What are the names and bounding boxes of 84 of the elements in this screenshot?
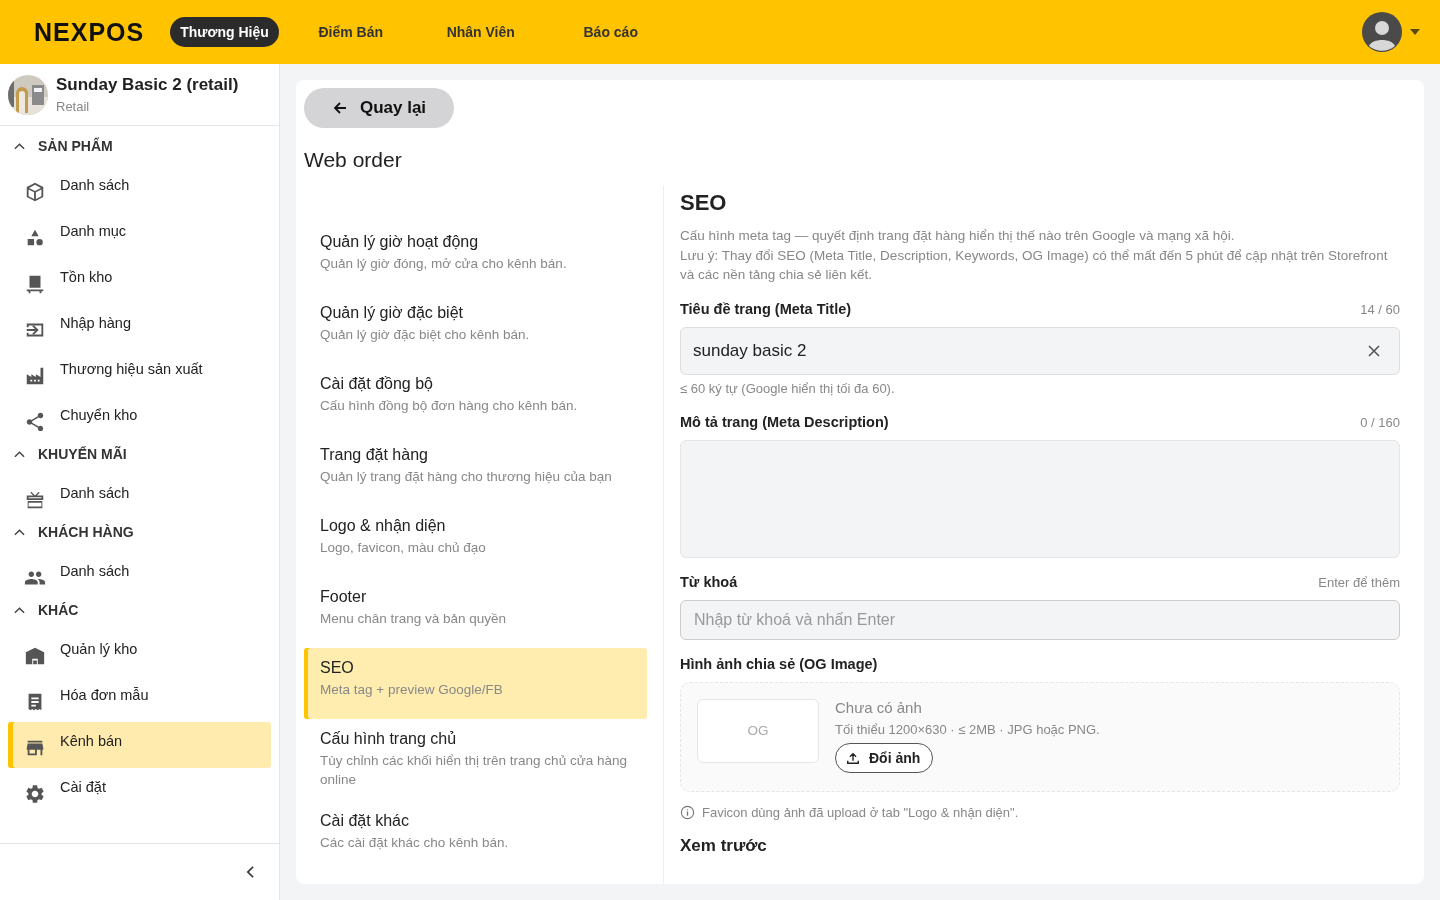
back-button[interactable]: Quay lại [304, 88, 454, 128]
field-label: Hình ảnh chia sẻ (OG Image) [680, 655, 878, 672]
settings-description: Meta tag + preview Google/FB [320, 681, 504, 699]
info-note: Favicon dùng ảnh đã upload ở tab "Logo & nhận diện". [702, 804, 1019, 820]
upload-requirements: Tối thiểu 1200×630 · ≤ 2MB · JPG hoặc PNG. [835, 721, 1100, 737]
settings-description: Các cài đặt khác cho kênh bán. [320, 834, 510, 852]
meta-description-field[interactable] [680, 439, 1400, 558]
menu-item[interactable]: Quản lý kho [8, 630, 271, 676]
field-hint: ≤ 60 ký tự (Google hiển thị tối đa 60). [680, 380, 896, 396]
char-counter: 14 / 60 [1360, 301, 1400, 317]
settings-item[interactable]: Cấu hình trang chủ Tùy chỉnh các khối hiển thị trên trang chủ cửa hàng online [304, 719, 647, 801]
settings-title: Cài đặt đồng bộ [320, 375, 434, 393]
menu-icon [24, 783, 46, 805]
field-label: Mô tả trang (Meta Description) [680, 413, 889, 430]
menu-item[interactable]: Danh mục [8, 212, 271, 258]
char-counter: 0 / 160 [1360, 414, 1400, 430]
meta-title-field[interactable]: sunday basic 2 [680, 326, 1400, 375]
nav-tab[interactable]: Nhân Viên [422, 17, 539, 47]
nav-tab[interactable]: Thương Hiệu [170, 17, 279, 47]
menu-item[interactable]: Cài đặt [8, 768, 271, 814]
settings-description: Logo, favicon, màu chủ đạo [320, 539, 487, 557]
menu-icon [24, 273, 46, 295]
settings-item[interactable]: Footer Menu chân trang và bản quyền [304, 577, 647, 648]
field-label: Từ khoá [680, 573, 738, 590]
menu-item[interactable]: Nhập hàng [8, 304, 271, 350]
menu-group-header[interactable]: SẢN PHẨM [0, 134, 279, 158]
menu-group-header[interactable]: KHÁC [0, 598, 279, 622]
upload-icon [846, 750, 860, 765]
settings-title: Cấu hình trang chủ [320, 730, 458, 748]
settings-title: Logo & nhận diện [320, 517, 447, 535]
menu-group-header[interactable]: KHÁCH HÀNG [0, 520, 279, 544]
settings-item[interactable]: Trang đặt hàng Quản lý trang đặt hàng cho thương hiệu của bạn [304, 435, 647, 506]
settings-title: Footer [320, 588, 368, 606]
menu-icon [24, 411, 46, 433]
menu-item[interactable]: Kênh bán [8, 722, 271, 768]
settings-description: Tùy chỉnh các khối hiển thị trên trang chủ cửa hàng online [320, 752, 628, 789]
settings-item[interactable]: Quản lý giờ hoạt động Quản lý giờ đóng, mở cửa cho kênh bán. [304, 222, 647, 293]
change-image-button[interactable]: Đổi ảnh [835, 742, 934, 773]
nav-tab[interactable]: Điểm Bán [292, 17, 409, 47]
nav-tab[interactable]: Báo cáo [552, 17, 669, 47]
menu-group-header[interactable]: KHUYẾN MÃI [0, 442, 279, 466]
settings-title: Cài đặt khác [320, 812, 410, 830]
section-title: SEO [680, 190, 728, 216]
collapse-icon[interactable] [246, 865, 255, 879]
settings-item[interactable]: Cài đặt đồng bộ Cấu hình đồng bộ đơn hàng cho kênh bán. [304, 364, 647, 435]
settings-title: SEO [320, 659, 355, 677]
settings-item[interactable]: Logo & nhận diện Logo, favicon, màu chủ đạo [304, 506, 647, 577]
section-description: Cấu hình meta tag — quyết định trang đặt hàng hiển thị thế nào trên Google và mạng xã hội. Lưu ý: Thay đổi SEO (Meta Title, Description, Keywords, OG Image) có thể mất đến 5 phút để cập nhật trên Storefront và các nền tảng chia sẻ liên kết. [680, 227, 1389, 284]
logo[interactable]: NEXPOS [34, 17, 145, 47]
user-avatar[interactable] [1362, 12, 1402, 52]
settings-title: Trang đặt hàng [320, 446, 429, 464]
menu-icon [24, 645, 46, 667]
settings-description: Cấu hình đồng bộ đơn hàng cho kênh bán. [320, 397, 579, 415]
settings-item[interactable]: Quản lý giờ đặc biệt Quản lý giờ đặc biệt cho kênh bán. [304, 293, 647, 364]
keywords-field[interactable]: Nhập từ khoá và nhấn Enter [680, 599, 1400, 640]
settings-description: Menu chân trang và bản quyền [320, 610, 508, 628]
settings-description: Quản lý trang đặt hàng cho thương hiệu của bạn [320, 468, 613, 486]
menu-item[interactable]: Hóa đơn mẫu [8, 676, 271, 722]
settings-description: Quản lý giờ đặc biệt cho kênh bán. [320, 326, 531, 344]
settings-title: Quản lý giờ đặc biệt [320, 304, 464, 322]
menu-icon [24, 489, 46, 511]
menu-item[interactable]: Chuyển kho [8, 396, 271, 442]
menu-item[interactable]: Danh sách [8, 552, 271, 598]
menu-item[interactable]: Danh sách [8, 166, 271, 212]
settings-item[interactable]: Cài đặt khác Các cài đặt khác cho kênh bán. [304, 801, 647, 872]
menu-icon [24, 365, 46, 387]
info-icon [680, 804, 695, 820]
arrow-left-icon [331, 100, 348, 116]
page-title: Web order [304, 148, 403, 172]
upload-status: Chưa có ảnh [835, 698, 923, 716]
settings-title: Quản lý giờ hoạt động [320, 233, 480, 251]
settings-item[interactable]: SEO Meta tag + preview Google/FB [304, 648, 647, 719]
field-label: Tiêu đề trang (Meta Title) [680, 300, 852, 317]
caret-icon[interactable] [1410, 29, 1420, 35]
store-name: Sunday Basic 2 (retail) [56, 75, 239, 95]
menu-icon [24, 181, 46, 203]
menu-item[interactable]: Thương hiệu sản xuất [8, 350, 271, 396]
preview-title: Xem trước [680, 835, 768, 856]
clear-icon[interactable] [1368, 344, 1380, 357]
menu-item[interactable]: Tồn kho [8, 258, 271, 304]
settings-description: Quản lý giờ đóng, mở cửa cho kênh bán. [320, 255, 568, 273]
store-type: Retail [56, 99, 91, 114]
menu-item[interactable]: Danh sách [8, 474, 271, 520]
field-hint: Enter để thêm [1318, 574, 1400, 590]
